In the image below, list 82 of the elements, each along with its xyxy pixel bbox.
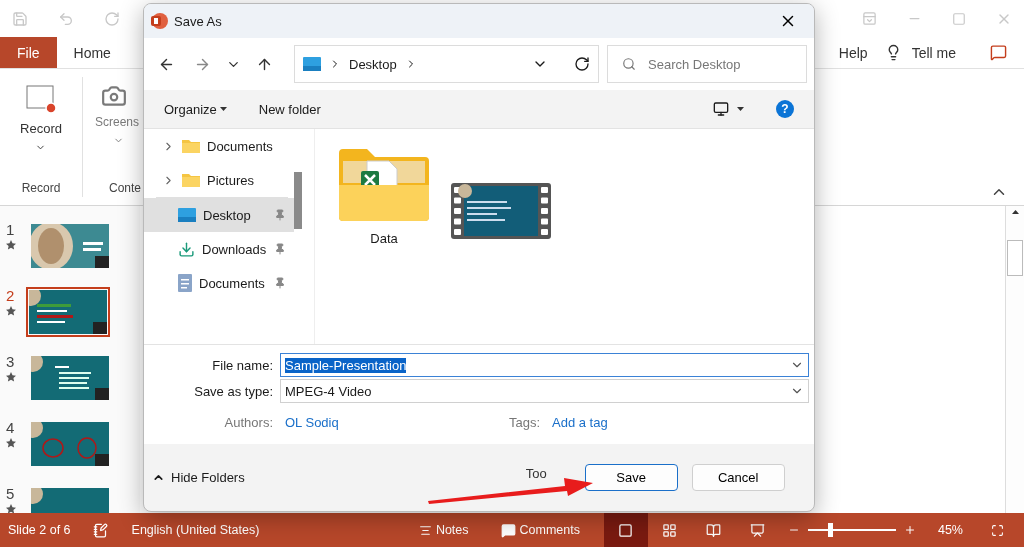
slide-number: 1 — [6, 221, 16, 238]
file-type-dropdown[interactable]: MPEG-4 Video — [280, 379, 809, 403]
field-label: File name: — [211, 357, 273, 373]
zoom-thumb[interactable] — [827, 523, 833, 537]
pin-icon — [274, 243, 286, 255]
record-icon — [25, 83, 57, 115]
folder-icon — [182, 139, 200, 153]
file-name-field[interactable]: Sample-Presentation — [280, 353, 809, 377]
authors-link[interactable]: OL Sodiq — [285, 415, 495, 430]
desktop-icon — [303, 57, 321, 71]
pin-icon — [274, 277, 286, 289]
zoom-in-icon[interactable] — [903, 524, 916, 536]
quick-access-item[interactable]: Downloads — [144, 232, 294, 266]
field-label: Save as type: — [193, 383, 273, 399]
add-tag-link[interactable]: Add a tag — [552, 415, 608, 430]
help-button[interactable]: ? — [776, 100, 794, 118]
dialog-button[interactable]: Cancel — [691, 464, 785, 491]
star-icon — [6, 504, 16, 513]
comment-icon — [500, 522, 516, 538]
scroll-up-icon — [1011, 210, 1019, 214]
folder-icon — [182, 173, 200, 187]
organize-button[interactable]: Organize — [164, 101, 227, 117]
slide-number: 4 — [6, 419, 16, 436]
new-folder-button[interactable]: New folder — [258, 101, 321, 117]
document-icon — [178, 274, 192, 292]
dialog-title: Save As — [174, 13, 222, 29]
search-field[interactable]: Search Desktop — [607, 45, 807, 83]
hide-folders-button[interactable]: Hide Folders — [152, 470, 245, 485]
star-icon — [6, 306, 16, 316]
address-bar[interactable]: Desktop — [294, 45, 599, 83]
tools-button[interactable]: Too — [525, 466, 547, 481]
sorter-view-icon — [662, 522, 678, 538]
ribbon-tab[interactable]: Home — [56, 37, 128, 68]
pin-icon — [274, 209, 286, 221]
folder-with-spreadsheet-icon — [339, 149, 429, 221]
fit-slide-icon[interactable] — [991, 523, 1004, 537]
scrollbar-thumb[interactable] — [294, 172, 302, 229]
scrollbar-thumb[interactable] — [1007, 240, 1023, 276]
star-icon — [6, 372, 16, 382]
notes-icon — [418, 523, 432, 537]
caret-icon — [219, 107, 227, 111]
view-options-button[interactable] — [713, 101, 744, 117]
download-icon — [178, 240, 195, 258]
slide-number: 3 — [6, 353, 16, 370]
star-icon — [6, 438, 16, 448]
field-label: Tags: — [507, 415, 540, 430]
quick-access-item[interactable]: Documents — [144, 266, 294, 300]
view-button[interactable] — [603, 513, 648, 547]
slideshow-view-icon — [750, 522, 766, 538]
dialog-button[interactable]: Save — [584, 464, 678, 491]
tell-me-button[interactable]: Tell me — [884, 37, 973, 68]
group-label: Conte — [108, 181, 142, 197]
ribbon-tab[interactable]: File — [0, 37, 57, 68]
field-label: Authors: — [223, 415, 273, 430]
caret-icon — [737, 107, 744, 111]
slide-number: 5 — [6, 485, 16, 502]
reading-view-icon — [706, 522, 722, 538]
notes-check-icon[interactable] — [92, 522, 108, 538]
ribbon-tab[interactable]: Help — [821, 37, 885, 68]
breadcrumb[interactable]: Desktop — [349, 56, 397, 72]
slide-counter: Slide 2 of 6 — [8, 523, 71, 537]
app-icon — [150, 12, 168, 30]
comments-button[interactable]: Comments — [500, 522, 580, 538]
comment-icon — [990, 44, 1007, 61]
quick-access-item[interactable]: Desktop — [144, 198, 294, 232]
desktop-icon — [178, 208, 196, 222]
slide-number: 2 — [6, 287, 16, 304]
language[interactable]: English (United States) — [131, 523, 260, 537]
notes-button[interactable]: Notes — [418, 523, 469, 537]
ribbon-button[interactable]: Record — [20, 77, 62, 181]
star-icon — [6, 240, 16, 250]
refresh-icon[interactable] — [574, 56, 590, 72]
folder-tree-item[interactable]: Pictures — [144, 163, 294, 197]
view-icon — [713, 101, 729, 117]
folder-item[interactable]: Data — [339, 149, 429, 324]
search-icon — [622, 57, 636, 71]
folder-tree-item[interactable]: Documents — [144, 129, 294, 163]
group-label: Record — [21, 181, 61, 197]
camera-icon — [101, 83, 127, 109]
file-name: Data — [370, 231, 398, 246]
normal-view-icon — [618, 522, 634, 538]
zoom-level[interactable]: 45% — [937, 523, 963, 537]
